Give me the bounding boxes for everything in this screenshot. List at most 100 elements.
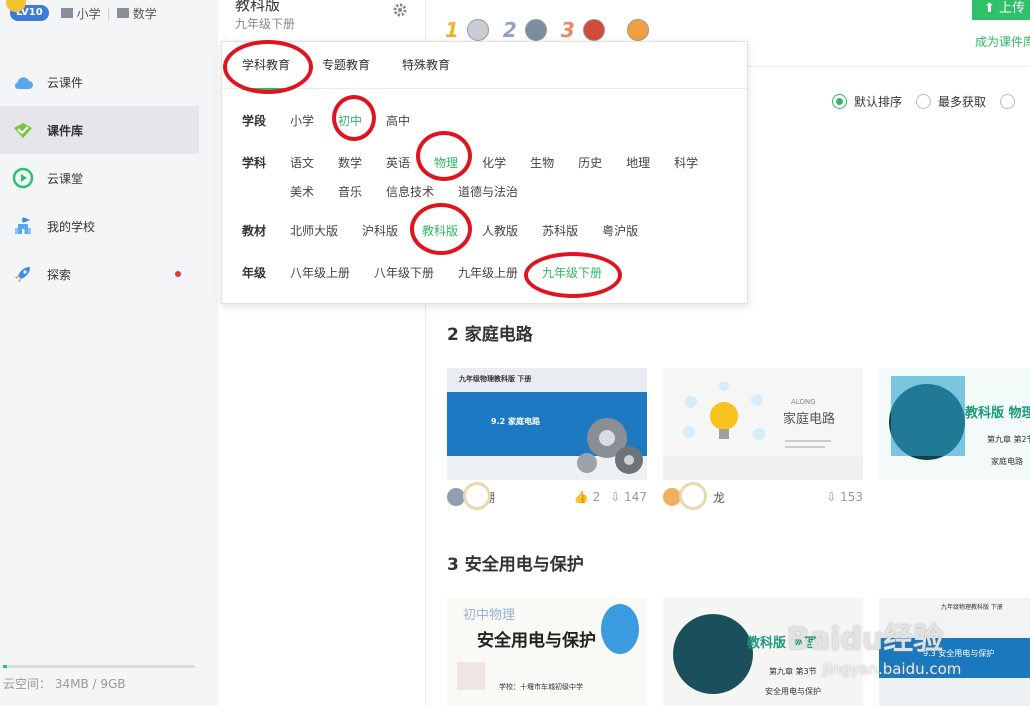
rank-1-number: 1: [445, 18, 459, 42]
notification-dot: [175, 271, 181, 277]
courseware-thumbnail[interactable]: ALONG 家庭电路: [663, 368, 863, 480]
courseware-thumbnail[interactable]: 初中物理 安全用电与保护 学校：十堰市车城初级中学: [447, 598, 647, 706]
courseware-thumbnail[interactable]: 九年级物理教科版 下册 9.2 家庭电路: [447, 368, 647, 480]
sidebar-item-label: 课件库: [47, 123, 84, 138]
upload-button[interactable]: ⬆ 上传: [972, 0, 1030, 20]
courseware-card[interactable]: 教科版 物理 第九章 第2节 家庭电路 少 👍 1: [879, 368, 1030, 480]
filter-option[interactable]: 音乐: [338, 183, 362, 200]
category-tabs: 学科教育 专题教育 特殊教育: [222, 42, 747, 90]
filter-option[interactable]: 教科版: [422, 222, 458, 239]
section-title: 2 家庭电路: [447, 325, 533, 345]
sidebar-item-courseware-library[interactable]: 课件库: [0, 106, 199, 154]
grade-subject[interactable]: 小学 | 数学: [60, 5, 157, 22]
filter-option[interactable]: 生物: [530, 154, 554, 171]
sidebar-item-my-school[interactable]: 我的学校: [0, 202, 218, 250]
subject-label: 数学: [132, 6, 157, 21]
filter-row-subject: 学科 语文 数学 英语 物理 化学 生物 历史 地理 科学 美术 音乐 信息技术 道德与法治: [242, 154, 730, 200]
sort-default-radio[interactable]: 默认排序: [832, 93, 902, 110]
sort-options: 默认排序 最多获取: [832, 93, 1016, 110]
filter-option[interactable]: 信息技术: [386, 183, 434, 200]
thumb-caption: ALONG: [791, 398, 816, 406]
subject-icon: [116, 8, 129, 18]
sidebar-item-explore[interactable]: 探索: [0, 250, 218, 298]
courseware-card[interactable]: ALONG 家庭电路 龙 ⇩ 153: [663, 368, 863, 510]
author-name[interactable]: 龙: [713, 489, 725, 506]
sort-default-label: 默认排序: [854, 95, 903, 109]
sidebar-item-cloud-courseware[interactable]: 云课件: [0, 58, 218, 106]
courseware-thumbnail[interactable]: 教科版 物理 第九章 第2节 家庭电路: [879, 368, 1030, 480]
rank-2-avatar[interactable]: [524, 19, 547, 41]
redaction-circle: [463, 482, 491, 510]
filter-option[interactable]: 八年级上册: [290, 264, 350, 281]
filter-label: 教材: [242, 224, 267, 238]
watermark-brand: Baidu经验: [787, 622, 944, 657]
filter-option[interactable]: 小学: [290, 112, 314, 129]
become-contributor-link[interactable]: 成为课件库: [975, 33, 1030, 50]
filter-option[interactable]: 语文: [290, 154, 314, 171]
filter-option[interactable]: 科学: [674, 154, 698, 171]
courseware-card[interactable]: 九年级物理教科版 下册 9.2 家庭电路 湖 👍 2 ⇩ 147: [447, 368, 647, 510]
filter-option[interactable]: 初中: [338, 112, 362, 129]
thumb-subtitle: 学校：十堰市车城初级中学: [499, 683, 583, 691]
filter-option[interactable]: 北师大版: [290, 222, 338, 239]
courseware-card[interactable]: 初中物理 安全用电与保护 学校：十堰市车城初级中学: [447, 598, 647, 706]
filter-option[interactable]: 美术: [290, 183, 314, 200]
play-icon: [12, 167, 34, 189]
filter-option[interactable]: 英语: [386, 154, 410, 171]
sidebar-item-label: 云课件: [47, 75, 84, 90]
sidebar-item-label: 我的学校: [47, 219, 96, 234]
stage-label: 小学: [76, 6, 101, 21]
thumb-caption: 九年级物理教科版 下册: [941, 604, 1003, 611]
gear-icon[interactable]: [392, 2, 408, 18]
downloads-count[interactable]: ⇩ 153: [826, 490, 863, 504]
filter-option[interactable]: 九年级下册: [542, 264, 602, 281]
filter-row-textbook: 教材 北师大版 沪科版 教科版 人教版 苏科版 粤沪版: [242, 222, 730, 239]
sidebar-nav: 云课件 课件库 云课堂 我的学校 探索: [0, 58, 218, 298]
filter-option[interactable]: 道德与法治: [458, 183, 518, 200]
sort-more-radio[interactable]: [1000, 94, 1016, 109]
filter-option[interactable]: 人教版: [482, 222, 518, 239]
downloads-count[interactable]: ⇩ 147: [610, 490, 647, 504]
thumb-title: 安全用电与保护: [477, 631, 596, 651]
filter-option[interactable]: 九年级上册: [458, 264, 518, 281]
filter-row-stage: 学段 小学 初中 高中: [242, 112, 730, 129]
filter-option[interactable]: 高中: [386, 112, 410, 129]
stage-icon: [60, 8, 73, 18]
filter-option[interactable]: 物理: [434, 154, 458, 171]
filter-option[interactable]: 八年级下册: [374, 264, 434, 281]
tab-special-education[interactable]: 特殊教育: [402, 42, 450, 89]
thumb-caption: 第九章 第3节: [769, 667, 817, 676]
filter-option[interactable]: 化学: [482, 154, 506, 171]
likes-count[interactable]: 👍 2: [574, 490, 600, 504]
rank-1-avatar[interactable]: [466, 19, 489, 41]
user-level-bar: LV10 小学 | 数学: [6, 0, 157, 26]
filter-option[interactable]: 历史: [578, 154, 602, 171]
sidebar: LV10 小学 | 数学 云课件 课件库 云课堂 我的学校 探索 云空间： 34…: [0, 0, 218, 706]
upload-label: 上传: [999, 1, 1026, 16]
filter-option[interactable]: 数学: [338, 154, 362, 171]
thumb-caption: 初中物理: [463, 608, 516, 623]
filter-label: 年级: [242, 266, 267, 280]
rank-3-avatar[interactable]: [582, 19, 605, 41]
watermark-url: jingyan.baidu.com: [823, 660, 962, 678]
filter-label: 学段: [242, 114, 267, 128]
tab-topic-education[interactable]: 专题教育: [322, 42, 370, 89]
sidebar-item-cloud-classroom[interactable]: 云课堂: [0, 154, 218, 202]
storage-progress: [3, 665, 195, 668]
tab-subject-education[interactable]: 学科教育: [242, 42, 291, 90]
filter-option[interactable]: 沪科版: [362, 222, 398, 239]
sort-most-downloaded-radio[interactable]: 最多获取: [916, 93, 986, 110]
filter-option[interactable]: 粤沪版: [602, 222, 638, 239]
rank-4-avatar[interactable]: [626, 19, 649, 41]
textbook-title: 教科版: [235, 0, 281, 14]
thumb-title: 9.2 家庭电路: [491, 417, 540, 426]
textbook-subtitle: 九年级下册: [235, 17, 296, 31]
contributor-ranking: 1 2 3: [445, 18, 649, 42]
filter-option[interactable]: 苏科版: [542, 222, 578, 239]
filter-option[interactable]: 地理: [626, 154, 650, 171]
thumb-subtitle: 安全用电与保护: [765, 687, 821, 696]
thumb-caption: 第九章 第2节: [987, 435, 1030, 444]
category-filter-popup: 学科教育 专题教育 特殊教育 学段 小学 初中 高中 学科 语文 数学 英语 物理 化学 生物…: [221, 41, 748, 304]
school-icon: [12, 215, 34, 237]
rank-2-number: 2: [502, 18, 517, 42]
